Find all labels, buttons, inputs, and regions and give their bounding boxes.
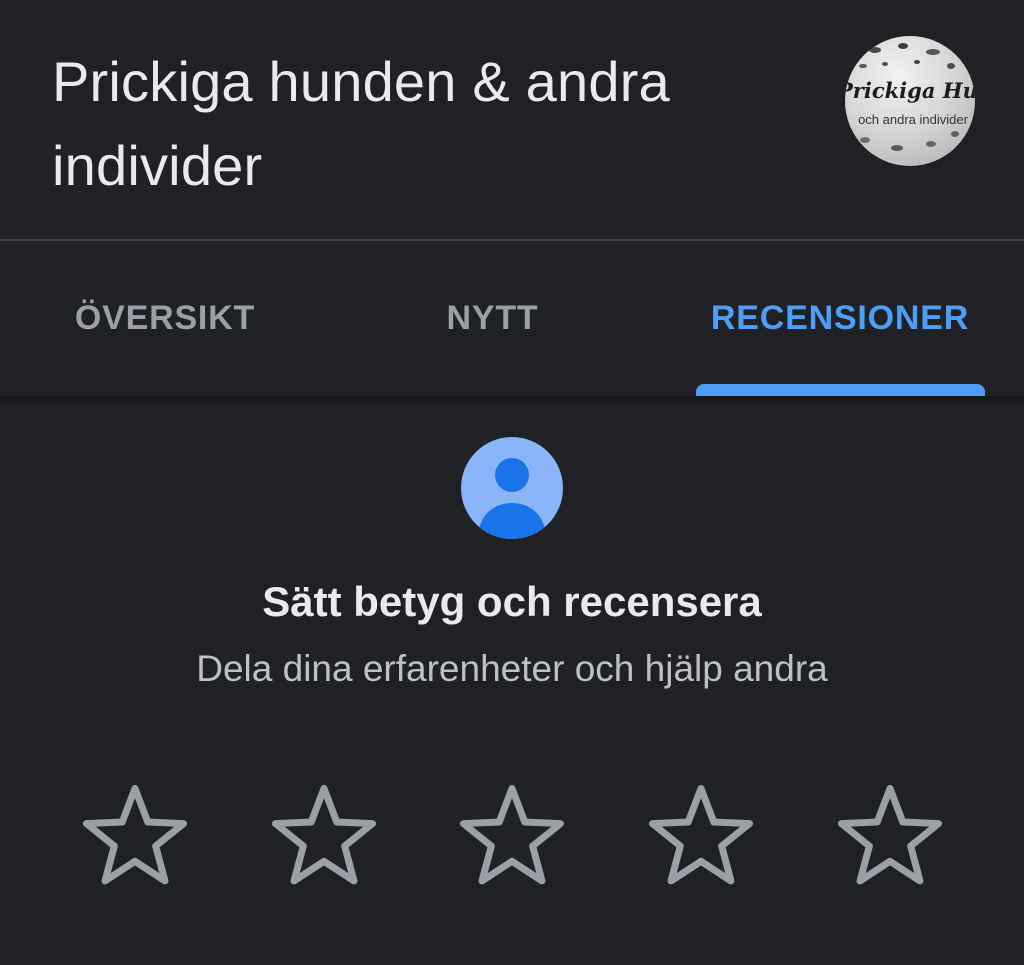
star-4-icon[interactable] (639, 775, 763, 899)
person-icon (478, 458, 546, 539)
tab-bar-shadow (0, 396, 1024, 404)
place-logo-avatar[interactable]: Prickiga Hund och andra individer (845, 36, 975, 166)
tab-nytt[interactable]: NYTT (380, 293, 605, 343)
star-rating (0, 775, 1024, 900)
tab-bar: ÖVERSIKT NYTT RECENSIONER (0, 241, 1024, 396)
active-tab-indicator (696, 384, 985, 396)
tab-recensioner[interactable]: RECENSIONER (690, 293, 990, 343)
place-header: Prickiga hunden & andra individer Pricki… (0, 0, 1024, 240)
star-5-icon[interactable] (828, 775, 952, 899)
tab-oversikt[interactable]: ÖVERSIKT (40, 293, 290, 343)
logo-wordmark: Prickiga Hund (845, 78, 975, 103)
star-2-icon[interactable] (262, 775, 386, 899)
logo-tagline: och andra individer (858, 112, 968, 127)
star-1-icon[interactable] (73, 775, 197, 899)
user-avatar (461, 437, 563, 539)
star-3-icon[interactable] (450, 775, 574, 899)
review-prompt-title: Sätt betyg och recensera (262, 578, 762, 625)
place-title: Prickiga hunden & andra individer (52, 50, 670, 197)
review-prompt-subtitle: Dela dina erfarenheter och hjälp andra (196, 648, 828, 689)
